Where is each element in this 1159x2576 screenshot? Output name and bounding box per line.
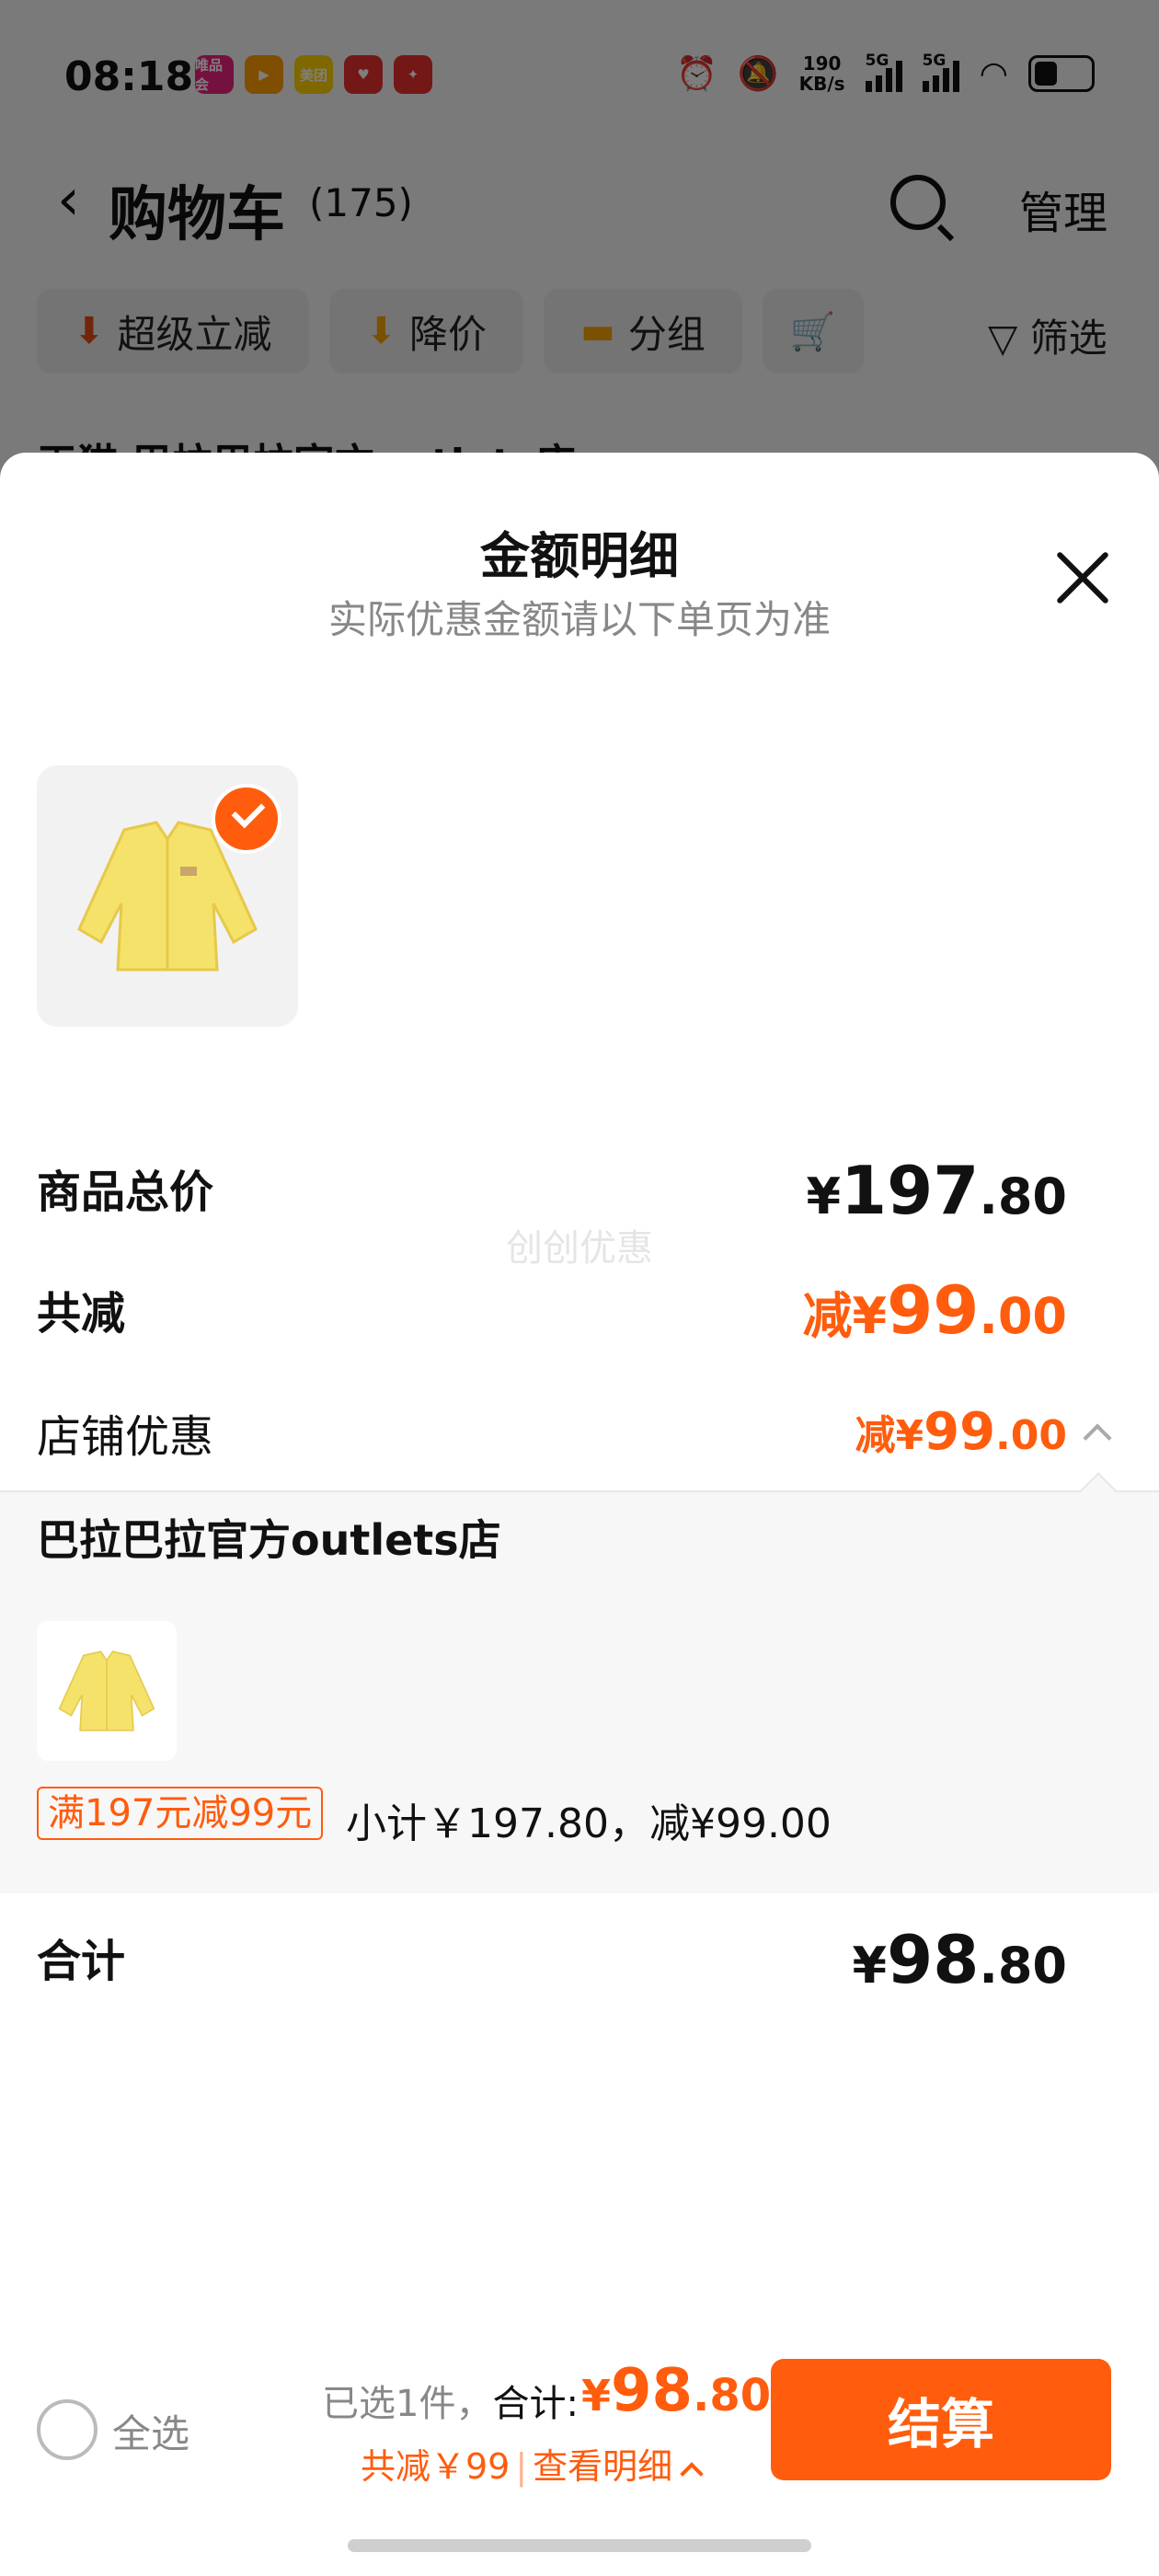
selected-check-icon[interactable] (212, 784, 281, 854)
save-amount: 共减￥99 (361, 2446, 511, 2487)
view-detail-label: 查看明细 (533, 2446, 673, 2487)
home-indicator[interactable] (348, 2539, 811, 2552)
shop-discount-value[interactable]: 减¥99.00 (855, 1402, 1067, 1462)
shop-name: 巴拉巴拉官方outlets店 (37, 1515, 501, 1565)
promo-summary: 小计￥197.80，减¥99.00 (346, 1800, 832, 1847)
chevron-up-icon (680, 2462, 704, 2486)
sum-value: ¥98.80 (852, 1921, 1067, 1998)
discount-total-value: 减¥99.00 (802, 1271, 1067, 1349)
picked-summary: 已选1件，合计: (322, 2383, 579, 2425)
view-detail-link[interactable]: 共减￥99 | 查看明细 (361, 2438, 704, 2489)
chevron-up-icon[interactable] (1083, 1423, 1112, 1453)
sheet-subtitle: 实际优惠金额请以下单页为准 (327, 597, 831, 642)
close-icon[interactable] (1047, 543, 1117, 613)
total-price-label: 商品总价 (37, 1167, 214, 1218)
yellow-cardigan-image-small (58, 1650, 155, 1731)
shop-discount-label: 店铺优惠 (37, 1411, 214, 1463)
picked-total-value: ¥98.80 (581, 2357, 772, 2425)
promo-tag: 满197元减99元 (37, 1787, 324, 1840)
discount-total-label: 共减 (37, 1288, 126, 1340)
sheet-title: 金额明细 (480, 527, 679, 585)
detail-product-thumbnail (37, 1621, 177, 1761)
watermark: 创创优惠 (506, 1227, 653, 1270)
select-all-radio[interactable] (37, 2399, 98, 2460)
select-all-label[interactable]: 全选 (112, 2403, 189, 2459)
checkout-button[interactable]: 结算 (771, 2359, 1111, 2480)
amount-detail-sheet: 金额明细 实际优惠金额请以下单页为准 商品总价 ¥197.80 创创优惠 共减 … (0, 453, 1159, 2576)
sum-label: 合计 (37, 1936, 126, 1987)
separator: | (515, 2446, 528, 2487)
